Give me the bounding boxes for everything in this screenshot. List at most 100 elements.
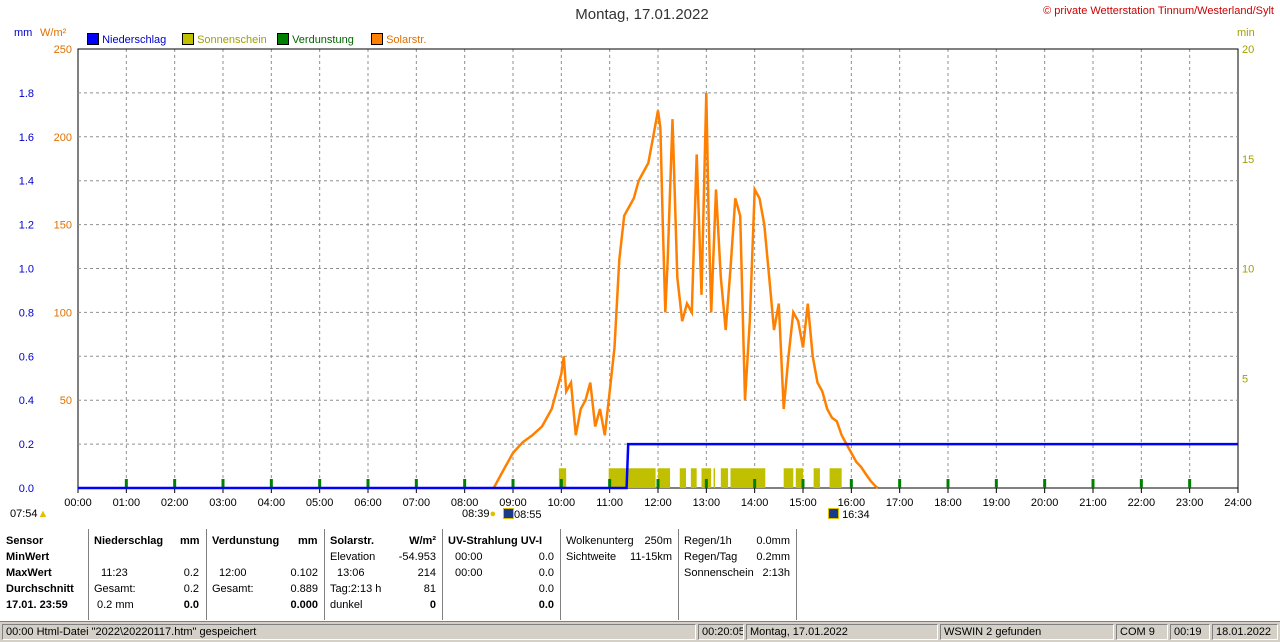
y-tick-label-mm: 0.8 <box>19 307 34 319</box>
verdunstung-gesamt-val: 0.889 <box>290 583 318 595</box>
wolken-val: 250m <box>644 535 672 547</box>
evaporation-mark <box>511 479 515 488</box>
evaporation-marks <box>124 479 1192 488</box>
x-tick-label: 12:00 <box>644 497 672 509</box>
verdunstung-header: Verdunstung <box>212 535 280 547</box>
evaporation-mark <box>366 479 370 488</box>
solar-start-marker: 08:55 <box>503 508 542 521</box>
status-message: 00:00 Html-Datei "2022\20220117.htm" ges… <box>2 624 696 640</box>
status-date: Montag, 17.01.2022 <box>746 624 938 640</box>
regentag-label: Regen/Tag <box>684 551 738 563</box>
verdunstung-max-val: 0.102 <box>290 567 318 579</box>
evaporation-mark <box>173 479 177 488</box>
x-tick-label: 02:00 <box>161 497 189 509</box>
y-tick-label-wm2: 50 <box>60 395 72 407</box>
legend-label: Niederschlag <box>102 34 167 46</box>
x-tick-label: 10:00 <box>548 497 576 509</box>
status-date-next: 18.01.2022 <box>1212 624 1278 640</box>
legend-swatch <box>277 33 289 45</box>
legend-item-sonnenschein: Sonnenschein <box>182 33 267 46</box>
sunshine-bar <box>813 468 820 488</box>
status-port: COM 9 <box>1116 624 1168 640</box>
status-uptime: 00:20:05 <box>698 624 744 640</box>
evaporation-mark <box>608 479 612 488</box>
legend-item-niederschlag: Niederschlag <box>87 33 166 46</box>
evaporation-mark <box>656 479 660 488</box>
wolken-label: Wolkenunterg <box>566 535 634 547</box>
legend-swatch <box>182 33 194 45</box>
unit-wm2-label: W/m² <box>40 27 67 39</box>
sunshine-bar <box>608 468 656 488</box>
verdunstung-last: 0.000 <box>290 599 318 611</box>
solar-unit: W/m² <box>409 535 436 547</box>
legend-item-verdunstung: Verdunstung <box>277 33 354 46</box>
solar-header: Solarstr. <box>330 535 375 547</box>
copyright-label: © private Wetterstation Tinnum/Westerlan… <box>1043 5 1274 17</box>
sunshine-bar <box>783 468 794 488</box>
evaporation-mark <box>124 479 128 488</box>
y-tick-label-mm: 1.6 <box>19 132 34 144</box>
unit-min-label: min <box>1237 27 1255 39</box>
niederschlag-header: Niederschlag <box>94 535 164 547</box>
solar-max-val: 214 <box>417 567 436 579</box>
row-label-min: MinWert <box>6 551 50 563</box>
x-tick-label: 03:00 <box>209 497 237 509</box>
y-tick-label-min: 10 <box>1242 264 1254 276</box>
regen1h-val: 0.0mm <box>756 535 790 547</box>
niederschlag-gesamt-val: 0.2 <box>183 583 199 595</box>
y-tick-label-min: 15 <box>1242 154 1254 166</box>
evaporation-mark <box>1043 479 1047 488</box>
x-tick-label: 18:00 <box>934 497 962 509</box>
status-bar: 00:00 Html-Datei "2022\20220117.htm" ges… <box>0 621 1280 642</box>
evaporation-mark <box>559 479 563 488</box>
solar-series-line <box>492 92 879 489</box>
evaporation-mark <box>849 479 853 488</box>
sichtweite-label: Sichtweite <box>566 551 617 563</box>
legend-item-solarstr: Solarstr. <box>371 33 426 46</box>
niederschlag-gesamt-label: Gesamt: <box>94 583 136 595</box>
y-tick-label-wm2: 200 <box>54 132 72 144</box>
sonnenschein-label: Sonnenschein <box>684 567 754 579</box>
sonnenschein-val: 2:13h <box>762 567 790 579</box>
solar-dunkel-val: 0 <box>429 599 436 611</box>
legend-label: Sonnenschein <box>197 34 267 46</box>
status-device: WSWIN 2 gefunden <box>940 624 1114 640</box>
niederschlag-max-val: 0.2 <box>183 567 199 579</box>
sunrise-marker: 07:54▲ <box>10 508 49 520</box>
x-tick-label: 19:00 <box>983 497 1011 509</box>
y-tick-label-wm2: 250 <box>54 44 72 56</box>
x-tick-label: 07:00 <box>403 497 431 509</box>
uv-min-val: 0.0 <box>538 551 554 563</box>
y-tick-label-mm: 1.8 <box>19 88 34 100</box>
sichtweite-val: 11-15km <box>630 551 672 563</box>
sunshine-bar <box>690 468 697 488</box>
x-tick-label: 06:00 <box>354 497 382 509</box>
sensor-header: Sensor <box>6 535 44 547</box>
sunshine-bar <box>679 468 687 488</box>
evaporation-mark <box>269 479 273 488</box>
uv-min-time: 00:00 <box>455 551 483 563</box>
sunshine-bar <box>658 468 671 488</box>
uv-avg-val: 0.0 <box>538 583 554 595</box>
niederschlag-avg: 0.2 mm <box>97 599 134 611</box>
x-tick-label: 21:00 <box>1079 497 1107 509</box>
x-tick-label: 17:00 <box>886 497 914 509</box>
y-tick-label-mm: 1.0 <box>19 264 34 276</box>
evaporation-mark <box>1188 479 1192 488</box>
y-tick-label-mm: 0.2 <box>19 439 34 451</box>
evaporation-mark <box>753 479 757 488</box>
y-tick-label-mm: 0.4 <box>19 395 34 407</box>
evaporation-mark <box>221 479 225 488</box>
y-tick-label-wm2: 150 <box>54 220 72 232</box>
verdunstung-gesamt-label: Gesamt: <box>212 583 254 595</box>
evaporation-mark <box>414 479 418 488</box>
niederschlag-max-time: 11:23 <box>101 567 128 579</box>
x-tick-label: 14:00 <box>741 497 769 509</box>
solar-tag-label: Tag:2:13 h <box>330 583 382 595</box>
sunshine-bar <box>713 468 716 488</box>
y-tick-label-min: 5 <box>1242 373 1248 385</box>
row-label-last: 17.01. 23:59 <box>6 599 68 611</box>
niederschlag-unit: mm <box>180 535 200 547</box>
evaporation-mark <box>318 479 322 488</box>
x-tick-label: 22:00 <box>1128 497 1156 509</box>
